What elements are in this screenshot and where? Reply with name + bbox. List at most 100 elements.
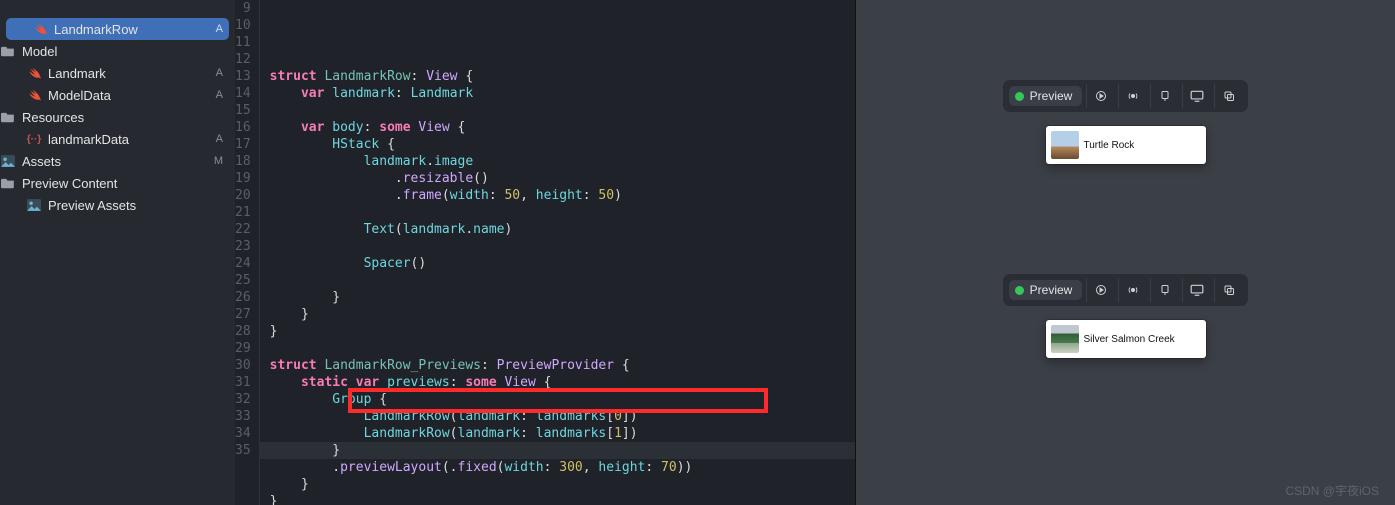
swift-icon bbox=[32, 21, 48, 37]
code-line[interactable]: } bbox=[270, 289, 855, 306]
code-line[interactable] bbox=[270, 51, 855, 68]
code-line[interactable] bbox=[270, 340, 855, 357]
line-number: 14 bbox=[235, 85, 251, 102]
line-number: 31 bbox=[235, 374, 251, 391]
code-line[interactable] bbox=[270, 238, 855, 255]
preview-status-chip[interactable]: Preview bbox=[1009, 280, 1083, 300]
watermark: CSDN @宇夜iOS bbox=[1285, 482, 1379, 499]
assets-icon bbox=[26, 197, 42, 213]
preview-rendered-view[interactable]: Silver Salmon Creek bbox=[1046, 320, 1206, 358]
code-line[interactable]: var landmark: Landmark bbox=[270, 85, 855, 102]
nav-item-landmarkdata[interactable]: {··}landmarkDataA bbox=[0, 128, 235, 150]
nav-item-label: LandmarkRow bbox=[54, 22, 138, 37]
line-number: 21 bbox=[235, 204, 251, 221]
line-number: 9 bbox=[235, 0, 251, 17]
line-number: 13 bbox=[235, 68, 251, 85]
live-preview-icon[interactable] bbox=[1118, 84, 1146, 108]
line-number: 18 bbox=[235, 153, 251, 170]
code-line[interactable]: static var previews: some View { bbox=[270, 374, 855, 391]
duplicate-preview-icon[interactable] bbox=[1214, 278, 1242, 302]
device-settings-icon[interactable] bbox=[1182, 84, 1210, 108]
code-line[interactable]: LandmarkRow(landmark: landmarks[1]) bbox=[270, 425, 855, 442]
pin-preview-icon[interactable] bbox=[1150, 84, 1178, 108]
preview-toolbar[interactable]: Preview bbox=[1003, 274, 1249, 306]
code-line[interactable]: LandmarkRow(landmark: landmarks[0]) bbox=[270, 408, 855, 425]
nav-item-preview-assets[interactable]: Preview Assets bbox=[0, 194, 235, 216]
nav-item-landmarkrow[interactable]: LandmarkRow A bbox=[6, 18, 229, 40]
line-number: 12 bbox=[235, 51, 251, 68]
line-number: 28 bbox=[235, 323, 251, 340]
nav-item-landmark[interactable]: LandmarkA bbox=[0, 62, 235, 84]
line-number: 10 bbox=[235, 17, 251, 34]
line-number: 22 bbox=[235, 221, 251, 238]
nav-item-label: Resources bbox=[22, 110, 84, 125]
preview-toolbar[interactable]: Preview bbox=[1003, 80, 1249, 112]
line-number: 19 bbox=[235, 170, 251, 187]
line-number: 35 bbox=[235, 442, 251, 459]
scm-status-badge: A bbox=[216, 67, 227, 79]
nav-item-label: Assets bbox=[22, 154, 61, 169]
swift-icon bbox=[26, 65, 42, 81]
live-preview-icon[interactable] bbox=[1118, 278, 1146, 302]
nav-item-modeldata[interactable]: ModelDataA bbox=[0, 84, 235, 106]
code-line[interactable] bbox=[270, 204, 855, 221]
code-line[interactable]: } bbox=[270, 323, 855, 340]
code-line[interactable] bbox=[270, 272, 855, 289]
project-navigator[interactable]: LandmarkRow A ModelLandmarkAModelDataA Reso… bbox=[0, 0, 235, 505]
line-number: 33 bbox=[235, 408, 251, 425]
code-line[interactable]: Group { bbox=[270, 391, 855, 408]
pin-preview-icon[interactable] bbox=[1150, 278, 1178, 302]
nav-item-resources[interactable]: Resources bbox=[0, 106, 235, 128]
code-line[interactable]: landmark.image bbox=[270, 153, 855, 170]
line-number: 26 bbox=[235, 289, 251, 306]
scm-status-badge: A bbox=[216, 89, 227, 101]
nav-item-model[interactable]: Model bbox=[0, 40, 235, 62]
code-line[interactable]: Spacer() bbox=[270, 255, 855, 272]
line-number: 24 bbox=[235, 255, 251, 272]
preview-rendered-view[interactable]: Turtle Rock bbox=[1046, 126, 1206, 164]
folder-icon bbox=[0, 175, 16, 191]
code-line[interactable]: .frame(width: 50, height: 50) bbox=[270, 187, 855, 204]
line-number: 15 bbox=[235, 102, 251, 119]
device-settings-icon[interactable] bbox=[1182, 278, 1210, 302]
preview-status-chip[interactable]: Preview bbox=[1009, 86, 1083, 106]
code-line[interactable]: } bbox=[270, 493, 855, 505]
line-number: 23 bbox=[235, 238, 251, 255]
nav-item-assets[interactable]: Assets M bbox=[0, 150, 235, 172]
line-number: 17 bbox=[235, 136, 251, 153]
code-area[interactable]: struct LandmarkRow: View { var landmark:… bbox=[260, 0, 855, 505]
line-number: 29 bbox=[235, 340, 251, 357]
swift-icon bbox=[26, 87, 42, 103]
duplicate-preview-icon[interactable] bbox=[1214, 84, 1242, 108]
ide-window: LandmarkRow A ModelLandmarkAModelDataA Reso… bbox=[0, 0, 1395, 505]
code-line[interactable]: HStack { bbox=[270, 136, 855, 153]
code-line[interactable]: .previewLayout(.fixed(width: 300, height… bbox=[270, 459, 855, 476]
line-number: 16 bbox=[235, 119, 251, 136]
nav-item-preview-content[interactable]: Preview Content bbox=[0, 172, 235, 194]
line-number: 30 bbox=[235, 357, 251, 374]
play-icon[interactable] bbox=[1086, 278, 1114, 302]
preview-group: Preview Silver Salmon Creek bbox=[1003, 274, 1249, 358]
code-line[interactable]: struct LandmarkRow_Previews: PreviewProv… bbox=[270, 357, 855, 374]
preview-chip-label: Preview bbox=[1030, 283, 1073, 297]
code-line[interactable]: } bbox=[260, 442, 855, 459]
code-line[interactable]: } bbox=[270, 476, 855, 493]
code-line[interactable]: .resizable() bbox=[270, 170, 855, 187]
play-icon[interactable] bbox=[1086, 84, 1114, 108]
line-number-gutter: 9101112131415161718192021222324252627282… bbox=[235, 0, 260, 505]
code-line[interactable]: Text(landmark.name) bbox=[270, 221, 855, 238]
line-number: 32 bbox=[235, 391, 251, 408]
scm-status-badge: M bbox=[214, 155, 227, 167]
code-line[interactable]: } bbox=[270, 306, 855, 323]
folder-icon bbox=[0, 43, 16, 59]
code-line[interactable] bbox=[270, 102, 855, 119]
preview-canvas[interactable]: Preview Turtle Rock Preview Silver Salmon C… bbox=[855, 0, 1395, 505]
code-line[interactable]: struct LandmarkRow: View { bbox=[270, 68, 855, 85]
preview-chip-label: Preview bbox=[1030, 89, 1073, 103]
line-number: 34 bbox=[235, 425, 251, 442]
line-number: 27 bbox=[235, 306, 251, 323]
code-line[interactable]: var body: some View { bbox=[270, 119, 855, 136]
json-icon: {··} bbox=[26, 131, 42, 147]
code-editor[interactable]: 9101112131415161718192021222324252627282… bbox=[235, 0, 855, 505]
scm-status-badge: A bbox=[216, 23, 227, 35]
